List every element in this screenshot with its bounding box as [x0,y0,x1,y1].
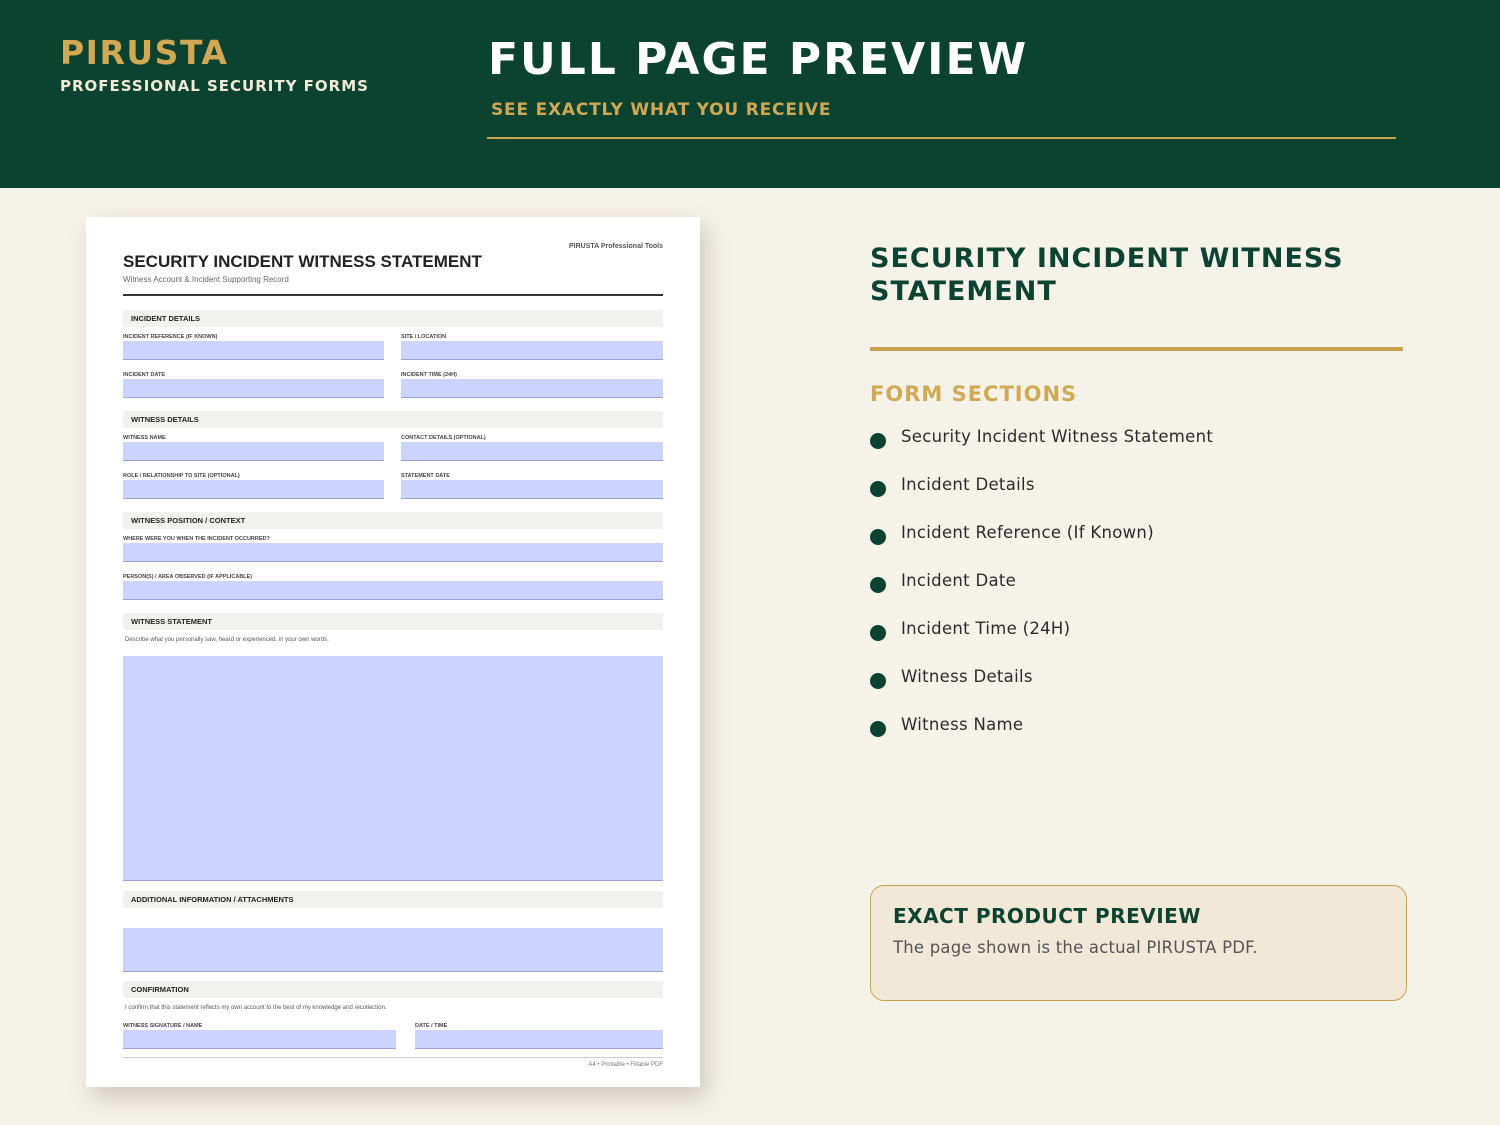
document-publisher: PIRUSTA Professional Tools [569,243,663,250]
incident-time-field[interactable] [401,379,663,398]
document-title-rule [123,294,663,296]
additional-information-field[interactable] [123,928,663,972]
document-footer: A4 • Printable • Fillable PDF [588,1062,663,1068]
document-title: SECURITY INCIDENT WITNESS STATEMENT [123,252,482,271]
list-item: Witness Details [870,664,1390,712]
list-item-label: Incident Details [901,475,1035,494]
section-witness-details: WITNESS DETAILS [123,411,663,428]
bullet-icon [870,577,886,593]
section-additional-information: ADDITIONAL INFORMATION / ATTACHMENTS [123,891,663,908]
site-location-field[interactable] [401,341,663,360]
incident-date-field[interactable] [123,379,384,398]
list-item-label: Witness Details [901,667,1033,686]
field-label: INCIDENT REFERENCE (IF KNOWN) [123,334,218,340]
section-label: INCIDENT DETAILS [131,314,201,323]
document-subtitle: Witness Account & Incident Supporting Re… [123,275,289,284]
section-confirmation: CONFIRMATION [123,981,663,998]
list-item: Incident Reference (If Known) [870,520,1390,568]
field-label: WITNESS NAME [123,435,166,441]
field-label: WHERE WERE YOU WHEN THE INCIDENT OCCURRE… [123,536,270,542]
bullet-icon [870,721,886,737]
section-label: WITNESS DETAILS [131,415,199,424]
witness-location-field[interactable] [123,543,663,562]
role-field[interactable] [123,480,384,499]
incident-reference-field[interactable] [123,341,384,360]
statement-instruction: Describe what you personally saw, heard … [125,637,329,643]
product-title: SECURITY INCIDENT WITNESS STATEMENT [870,243,1344,307]
field-label: DATE / TIME [415,1023,448,1029]
section-incident-details: INCIDENT DETAILS [123,310,663,327]
bullet-icon [870,673,886,689]
bullet-icon [870,529,886,545]
contact-details-field[interactable] [401,442,663,461]
header-divider [487,137,1396,139]
bullet-icon [870,481,886,497]
persons-observed-field[interactable] [123,581,663,600]
callout-text: The page shown is the actual PIRUSTA PDF… [893,938,1258,957]
list-item: Incident Details [870,472,1390,520]
witness-name-field[interactable] [123,442,384,461]
form-sections-list: Security Incident Witness Statement Inci… [870,424,1390,760]
witness-signature-field[interactable] [123,1030,396,1049]
list-item-label: Security Incident Witness Statement [901,427,1214,446]
section-label: WITNESS STATEMENT [131,617,212,626]
field-label: SITE / LOCATION [401,334,447,340]
list-item: Witness Name [870,712,1390,760]
form-sections-heading: FORM SECTIONS [870,382,1078,406]
list-item-label: Witness Name [901,715,1024,734]
list-item-label: Incident Reference (If Known) [901,523,1154,542]
document-footer-rule [123,1057,663,1058]
bullet-icon [870,625,886,641]
field-label: PERSON(S) / AREA OBSERVED (IF APPLICABLE… [123,574,253,580]
list-item-label: Incident Date [901,571,1017,590]
section-label: CONFIRMATION [131,985,189,994]
field-label: CONTACT DETAILS (OPTIONAL) [401,435,486,441]
field-label: INCIDENT DATE [123,372,166,378]
witness-statement-textarea[interactable] [123,656,663,881]
section-witness-position: WITNESS POSITION / CONTEXT [123,512,663,529]
section-witness-statement: WITNESS STATEMENT [123,613,663,630]
confirmation-statement: I confirm that this statement reflects m… [125,1005,387,1011]
statement-date-field[interactable] [401,480,663,499]
section-label: WITNESS POSITION / CONTEXT [131,516,246,525]
callout-title: EXACT PRODUCT PREVIEW [893,904,1201,928]
bullet-icon [870,433,886,449]
page-subtitle: SEE EXACTLY WHAT YOU RECEIVE [491,100,832,120]
list-item: Incident Time (24H) [870,616,1390,664]
section-label: ADDITIONAL INFORMATION / ATTACHMENTS [131,895,294,904]
header-banner: PIRUSTA PROFESSIONAL SECURITY FORMS FULL… [0,0,1500,188]
field-label: INCIDENT TIME (24H) [401,372,457,378]
preview-callout: EXACT PRODUCT PREVIEW The page shown is … [870,885,1407,1001]
product-title-divider [870,347,1403,351]
list-item-label: Incident Time (24H) [901,619,1071,638]
brand-name: PIRUSTA [60,33,229,72]
field-label: STATEMENT DATE [401,473,450,479]
field-label: WITNESS SIGNATURE / NAME [123,1023,203,1029]
document-preview: PIRUSTA Professional Tools SECURITY INCI… [86,217,700,1087]
brand-tagline: PROFESSIONAL SECURITY FORMS [60,77,369,95]
list-item: Security Incident Witness Statement [870,424,1390,472]
field-label: ROLE / RELATIONSHIP TO SITE (OPTIONAL) [123,473,240,479]
list-item: Incident Date [870,568,1390,616]
page-title: FULL PAGE PREVIEW [488,34,1029,85]
signature-date-field[interactable] [415,1030,663,1049]
